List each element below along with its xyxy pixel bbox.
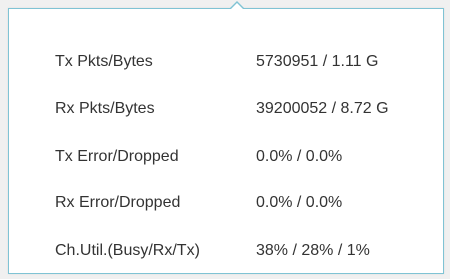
stat-value: 5730951 / 1.11 G	[256, 53, 379, 70]
stat-label: Ch.Util.(Busy/Rx/Tx)	[55, 242, 200, 259]
stat-label: Rx Error/Dropped	[55, 194, 181, 211]
stat-value: 39200052 / 8.72 G	[256, 100, 389, 117]
stat-row-tx-error-dropped: Tx Error/Dropped 0.0% / 0.0%	[9, 142, 443, 172]
tooltip-caret-fill	[230, 3, 244, 10]
stat-label: Tx Error/Dropped	[55, 148, 179, 165]
statistics-tooltip-panel: Tx Pkts/Bytes 5730951 / 1.11 G Rx Pkts/B…	[8, 8, 444, 274]
stat-label: Rx Pkts/Bytes	[55, 100, 155, 117]
stat-row-rx-pkts-bytes: Rx Pkts/Bytes 39200052 / 8.72 G	[9, 94, 443, 124]
stat-value: 0.0% / 0.0%	[256, 194, 343, 211]
stat-value: 0.0% / 0.0%	[256, 148, 343, 165]
stat-row-tx-pkts-bytes: Tx Pkts/Bytes 5730951 / 1.11 G	[9, 47, 443, 77]
stat-row-channel-utilization: Ch.Util.(Busy/Rx/Tx) 38% / 28% / 1%	[9, 236, 443, 266]
stat-label: Tx Pkts/Bytes	[55, 53, 153, 70]
stat-value: 38% / 28% / 1%	[256, 242, 370, 259]
stat-row-rx-error-dropped: Rx Error/Dropped 0.0% / 0.0%	[9, 188, 443, 218]
